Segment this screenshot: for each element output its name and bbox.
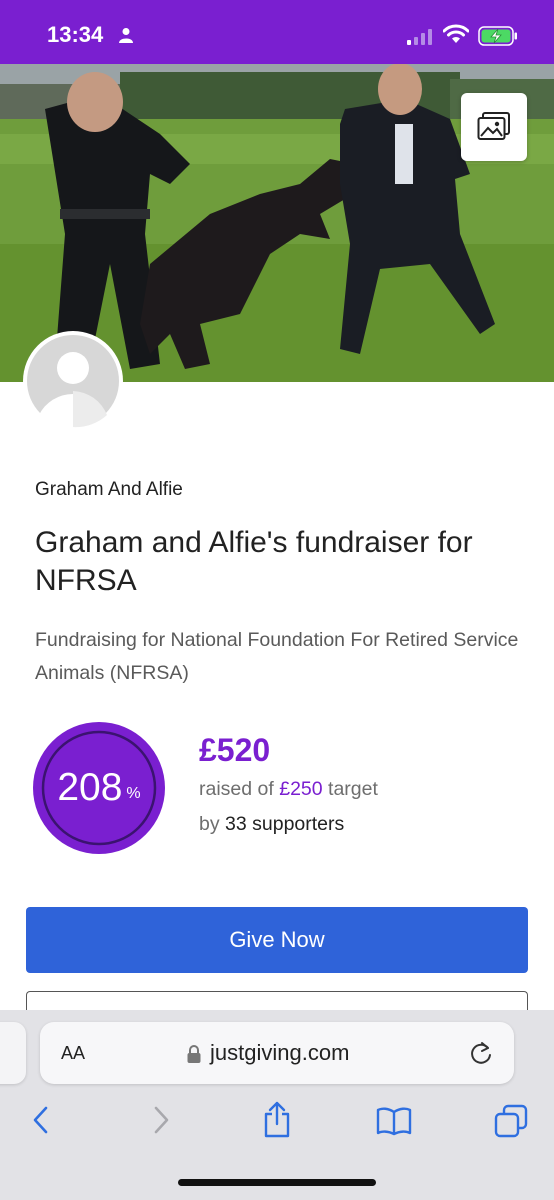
give-now-button[interactable]: Give Now: [26, 907, 528, 973]
supporters-line: by 33 supporters: [199, 813, 344, 836]
status-bar: 13:34: [0, 0, 554, 64]
supporters-prefix: by: [199, 813, 220, 835]
home-indicator: [178, 1179, 376, 1186]
tabs-icon[interactable]: [494, 1104, 528, 1138]
bookmarks-icon[interactable]: [376, 1106, 412, 1136]
percent-unit: %: [126, 785, 141, 802]
person-icon: [119, 28, 133, 43]
target-amount: £250: [279, 778, 323, 800]
target-suffix: target: [328, 778, 378, 800]
share-icon[interactable]: [262, 1100, 292, 1138]
owner-name[interactable]: Graham And Alfie: [35, 479, 183, 501]
page-title: Graham and Alfie's fundraiser for NFRSA: [35, 526, 473, 597]
page-subtitle[interactable]: Fundraising for National Foundation For …: [35, 624, 535, 690]
cellular-signal-icon: [407, 29, 432, 45]
target-prefix: raised of: [199, 778, 274, 800]
text-size-button[interactable]: AA: [61, 1043, 85, 1064]
forward-icon[interactable]: [147, 1104, 175, 1136]
reload-icon[interactable]: [468, 1040, 494, 1066]
gallery-button[interactable]: [461, 93, 527, 161]
supporters-count: 33 supporters: [225, 813, 345, 835]
percent-value: 208: [57, 766, 123, 809]
status-time: 13:34: [47, 22, 104, 47]
back-icon[interactable]: [27, 1104, 55, 1136]
previous-tab-preview[interactable]: [0, 1022, 26, 1084]
image-gallery-icon: [477, 112, 510, 140]
percent-label: 208%: [33, 722, 165, 854]
battery-charging-icon: [478, 26, 517, 46]
avatar: [23, 331, 123, 431]
default-avatar-icon: [24, 332, 122, 431]
url-text[interactable]: justgiving.com: [210, 1040, 349, 1066]
raised-amount: £520: [199, 732, 271, 768]
lock-icon: [187, 1045, 201, 1063]
wifi-icon: [443, 24, 469, 43]
target-line: raised of £250 target: [199, 778, 378, 801]
